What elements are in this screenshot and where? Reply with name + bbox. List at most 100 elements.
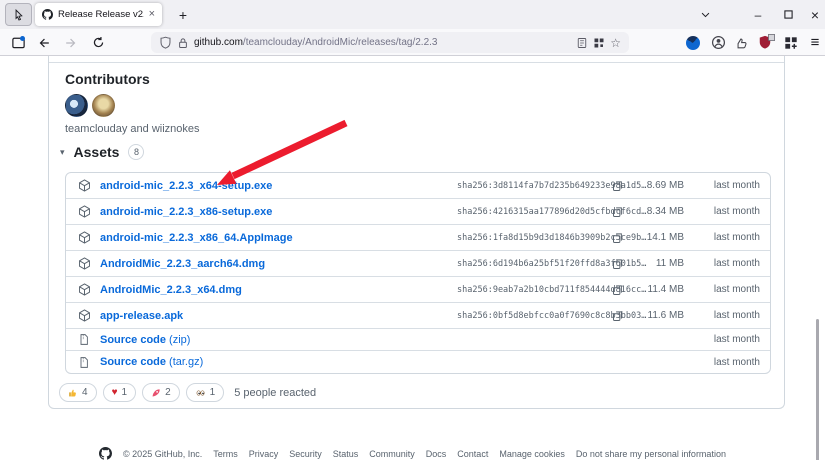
new-tab-button[interactable]: +: [173, 5, 193, 25]
package-icon: [78, 205, 92, 219]
asset-row: Source code (tar.gz) last month: [66, 351, 770, 373]
package-icon: [78, 309, 92, 323]
section-divider: [49, 62, 784, 63]
source-code-format[interactable]: (tar.gz): [169, 356, 203, 368]
github-favicon: [42, 9, 53, 20]
account-icon[interactable]: [708, 33, 728, 52]
copy-icon[interactable]: [610, 230, 626, 246]
footer-link-contact[interactable]: Contact: [457, 449, 488, 459]
asset-size: 11 MB: [656, 258, 684, 269]
asset-row: AndroidMic_2.2.3_aarch64.dmg sha256:6d19…: [66, 251, 770, 277]
url-domain: github.com: [194, 37, 243, 48]
asset-download-link[interactable]: android-mic_2.2.3_x64-setup.exe: [100, 180, 272, 192]
copy-icon[interactable]: [610, 204, 626, 220]
asset-date: last month: [714, 284, 760, 295]
package-icon: [78, 283, 92, 297]
red-shield-extension-icon[interactable]: [756, 33, 776, 52]
assets-heading: Assets: [74, 144, 120, 160]
window-close-button[interactable]: ×: [803, 4, 825, 25]
footer-link-do-not-share[interactable]: Do not share my personal information: [576, 449, 726, 459]
reaction-count: 4: [82, 387, 88, 398]
assets-count-badge: 8: [128, 144, 144, 160]
window-maximize-button[interactable]: [776, 4, 800, 25]
reaction-count: 1: [210, 387, 216, 398]
url-text: github.com/teamclouday/AndroidMic/releas…: [194, 37, 437, 48]
sidebar-toggle-icon[interactable]: [8, 33, 28, 52]
asset-download-link[interactable]: android-mic_2.2.3_x86-setup.exe: [100, 206, 272, 218]
reaction-eyes[interactable]: 1: [186, 383, 225, 402]
asset-row: android-mic_2.2.3_x86-setup.exe sha256:4…: [66, 199, 770, 225]
lock-icon[interactable]: [177, 37, 189, 49]
asset-download-link[interactable]: AndroidMic_2.2.3_x64.dmg: [100, 284, 242, 296]
asset-date: last month: [714, 206, 760, 217]
disclosure-triangle-icon[interactable]: ▾: [60, 147, 65, 158]
thumbs-up-extension-icon[interactable]: [732, 33, 752, 52]
back-button[interactable]: [34, 33, 54, 52]
navigation-toolbar: github.com/teamclouday/AndroidMic/releas…: [0, 29, 825, 56]
tab-close-icon[interactable]: ×: [149, 9, 155, 20]
asset-download-link[interactable]: android-mic_2.2.3_x86_64.AppImage: [100, 232, 293, 244]
copy-icon[interactable]: [610, 282, 626, 298]
browser-tab[interactable]: Release Release v2.2.3 · teamclo ×: [35, 3, 162, 26]
page-footer: © 2025 GitHub, Inc. Terms Privacy Securi…: [0, 447, 825, 460]
notification-dot: [20, 36, 25, 41]
asset-download-link[interactable]: app-release.apk: [100, 310, 183, 322]
asset-date: last month: [714, 180, 760, 191]
reaction-heart[interactable]: ♥ 1: [103, 383, 137, 402]
firefox-view-button[interactable]: [5, 3, 32, 26]
asset-row: app-release.apk sha256:0bf5d8ebfcc0a0f76…: [66, 303, 770, 329]
extensions-icon[interactable]: [781, 33, 801, 52]
asset-download-link[interactable]: AndroidMic_2.2.3_aarch64.dmg: [100, 258, 265, 270]
tab-list-dropdown-button[interactable]: [693, 4, 717, 25]
footer-copyright: © 2025 GitHub, Inc.: [123, 449, 202, 459]
page-content: Contributors teamclouday and wiiznokes ▾…: [0, 56, 825, 460]
source-code-format[interactable]: (zip): [169, 334, 190, 346]
footer-link-status[interactable]: Status: [333, 449, 359, 459]
reader-mode-icon[interactable]: [576, 37, 588, 49]
source-code-link[interactable]: Source code: [100, 356, 166, 368]
thumbs-up-emoji-icon: [68, 388, 78, 398]
assets-table: android-mic_2.2.3_x64-setup.exe sha256:3…: [65, 172, 771, 374]
footer-link-docs[interactable]: Docs: [426, 449, 447, 459]
source-code-link[interactable]: Source code: [100, 334, 166, 346]
reactions-bar: 4 ♥ 1 2 1 5 people reacted: [59, 383, 316, 402]
asset-date: last month: [714, 334, 760, 345]
eyes-emoji-icon: [195, 388, 206, 398]
bookmark-star-icon[interactable]: ☆: [610, 37, 621, 49]
cursor-pointer-icon: [12, 8, 25, 22]
package-icon: [78, 179, 92, 193]
footer-link-terms[interactable]: Terms: [213, 449, 238, 459]
package-icon: [78, 257, 92, 271]
asset-date: last month: [714, 357, 760, 368]
heart-emoji-icon: ♥: [112, 388, 118, 398]
forward-button[interactable]: [61, 33, 81, 52]
footer-link-security[interactable]: Security: [289, 449, 322, 459]
tab-title: Release Release v2.2.3 · teamclo: [58, 9, 144, 20]
file-zip-icon: [78, 355, 92, 369]
tracking-shield-icon[interactable]: [159, 36, 172, 49]
footer-link-community[interactable]: Community: [369, 449, 415, 459]
copy-icon[interactable]: [610, 178, 626, 194]
scrollbar-thumb[interactable]: [816, 319, 819, 460]
footer-link-privacy[interactable]: Privacy: [249, 449, 279, 459]
reaction-thumbs-up[interactable]: 4: [59, 383, 97, 402]
contributor-avatar-teamclouday[interactable]: [65, 94, 88, 117]
assets-section-header[interactable]: ▾ Assets 8: [60, 144, 144, 160]
reaction-rocket[interactable]: 2: [142, 383, 180, 402]
package-icon: [78, 231, 92, 245]
url-bar[interactable]: github.com/teamclouday/AndroidMic/releas…: [151, 32, 629, 53]
footer-link-manage-cookies[interactable]: Manage cookies: [499, 449, 565, 459]
menu-icon[interactable]: ≡: [805, 33, 825, 52]
extension-pie-icon[interactable]: [683, 33, 703, 52]
contributor-avatar-wiiznokes[interactable]: [92, 94, 115, 117]
reaction-count: 1: [122, 387, 128, 398]
window-minimize-button[interactable]: –: [746, 4, 770, 25]
browser-window: Release Release v2.2.3 · teamclo × + – ×: [0, 0, 825, 460]
copy-icon[interactable]: [610, 308, 626, 324]
copy-icon[interactable]: [610, 256, 626, 272]
tab-strip: Release Release v2.2.3 · teamclo × + – ×: [0, 0, 825, 29]
asset-size: 11.4 MB: [648, 284, 685, 295]
contributors-heading: Contributors: [65, 71, 150, 87]
container-grid-icon[interactable]: [593, 37, 605, 49]
reload-button[interactable]: [88, 33, 108, 52]
